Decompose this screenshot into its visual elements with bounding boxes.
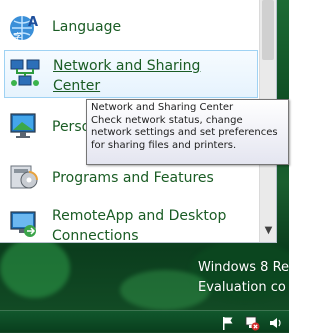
remoteapp-icon [10,211,36,237]
control-panel-item-label: Programs and Features [52,170,214,186]
watermark-line: Windows 8 Re [198,260,289,275]
control-panel-item-label: Perso [52,119,91,135]
label-line: Center [53,78,101,94]
chevron-down-icon: ▼ [264,225,273,236]
tooltip-line: network settings and set preferences [91,127,278,138]
label-line: Connections [52,228,139,243]
control-panel-item-label: Network and Sharing Center [53,56,200,96]
network-no-connection-icon[interactable] [244,315,260,331]
network-sharing-tooltip: Network and Sharing Center Check network… [86,99,289,165]
action-center-flag-icon[interactable] [220,315,236,331]
language-icon: A 字 [10,15,38,43]
control-panel-item-network-sharing-center[interactable]: Network and Sharing Center [4,50,258,98]
scroll-down-button[interactable]: ▼ [260,222,276,240]
desktop-wallpaper-shape [120,270,210,310]
control-panel-item-remoteapp[interactable]: RemoteApp and Desktop Connections [0,202,258,243]
tooltip-line: for sharing files and printers. [91,139,237,151]
tooltip-title: Network and Sharing Center [91,102,234,113]
desktop-wallpaper-shape [0,238,70,298]
control-panel-item-label: RemoteApp and Desktop Connections [52,206,227,243]
control-panel-item-label: Language [52,19,122,35]
watermark-line: Evaluation co [198,280,286,295]
tooltip-line: Check network status, change [91,114,243,126]
personalization-icon [10,113,36,138]
svg-text:字: 字 [13,31,22,43]
label-line: Network and Sharing [53,58,201,74]
taskbar [0,310,289,333]
network-sharing-icon [10,59,40,86]
windows-evaluation-watermark: Windows 8 Re Evaluation co [198,258,289,298]
svg-text:A: A [28,15,38,30]
control-panel-item-language[interactable]: A 字 Language [0,8,258,52]
scrollbar-thumb[interactable] [262,0,274,60]
volume-icon[interactable] [268,315,284,331]
label-line: RemoteApp and Desktop [52,208,227,224]
programs-features-icon [10,165,38,189]
